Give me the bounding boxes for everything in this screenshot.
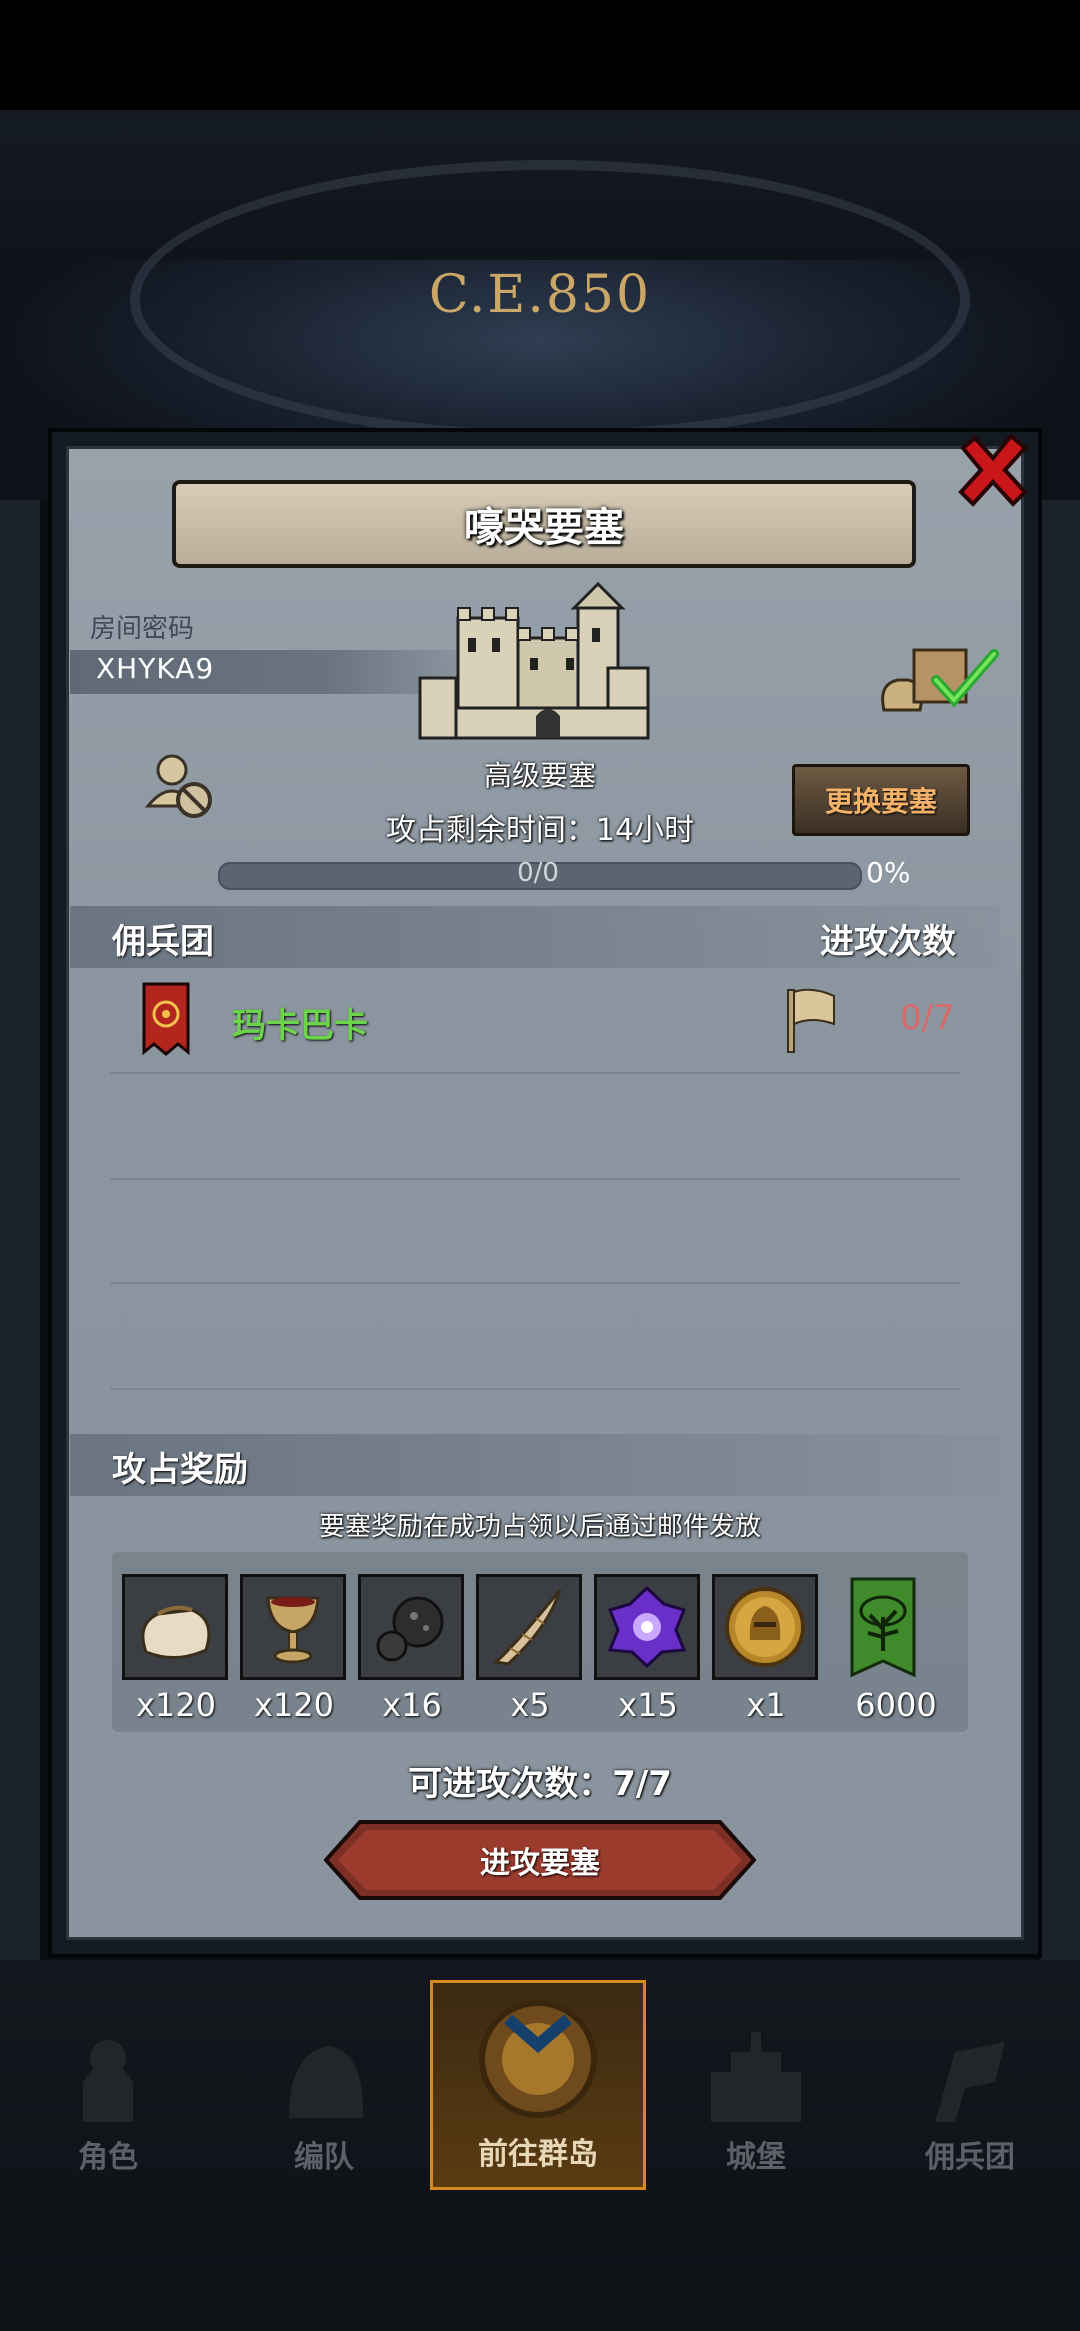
nav-mercenary[interactable]: 佣兵团 (870, 1990, 1070, 2190)
capture-progress-text: 0/0 (517, 858, 559, 888)
right-edge-panel (1040, 500, 1080, 1960)
tree-banner-icon (850, 1577, 916, 1677)
reward-qty: x5 (510, 1686, 550, 1724)
reward-qty: x120 (253, 1686, 334, 1724)
helmet-icon (289, 2046, 364, 2118)
mercenary-attack-count: 0/7 (900, 998, 955, 1038)
close-button[interactable] (948, 425, 1038, 515)
mercenary-section-title: 佣兵团 (112, 922, 214, 962)
reward-qty: 6000 (855, 1686, 937, 1724)
room-code[interactable]: XHYKA9 (96, 652, 214, 685)
row-divider (110, 1388, 960, 1390)
attack-fortress-button[interactable]: 进攻要塞 (324, 1820, 756, 1900)
status-bar (0, 0, 1080, 110)
attack-count-header: 进攻次数 (820, 922, 956, 962)
nav-archipelago[interactable]: 前往群岛 (430, 1980, 646, 2190)
goblet-icon (266, 1596, 320, 1664)
reward-slot-horn[interactable] (476, 1574, 582, 1680)
nav-character[interactable]: 角色 (8, 1990, 208, 2190)
reward-qty: x16 (382, 1686, 442, 1724)
nav-label: 前往群岛 (478, 2137, 598, 2172)
room-password-label: 房间密码 (90, 614, 195, 644)
ore-icon (376, 1596, 444, 1662)
reward-slot-goblet[interactable] (240, 1574, 346, 1680)
nav-label: 编队 (294, 2140, 354, 2175)
close-icon (958, 433, 1028, 507)
row-divider (110, 1178, 960, 1180)
reward-slot-sack[interactable] (122, 1574, 228, 1680)
capture-time-remaining: 攻占剩余时间：14小时 (385, 813, 695, 848)
dialog-title: 嚎哭要塞 (172, 480, 916, 568)
knight-medal-icon (725, 1587, 805, 1667)
nav-label: 城堡 (726, 2140, 786, 2175)
nav-label: 角色 (78, 2140, 138, 2175)
left-edge-panel (0, 500, 40, 1960)
reward-slot-medal[interactable] (712, 1574, 818, 1680)
rewards-note: 要塞奖励在成功占领以后通过邮件发放 (318, 1512, 761, 1542)
knight-icon (83, 2040, 133, 2122)
era-label: C.E.850 (428, 265, 652, 325)
guild-banner-icon (140, 982, 192, 1056)
row-divider (110, 1072, 960, 1074)
supply-check-icon[interactable] (874, 640, 1000, 718)
reward-slot-ore[interactable] (358, 1574, 464, 1680)
flag-icon (782, 986, 838, 1054)
purple-crystal-icon (607, 1585, 687, 1669)
flag-knight-icon (935, 2042, 1005, 2122)
capture-progress-percent: 0% (866, 856, 911, 889)
fortress-icon (418, 578, 658, 750)
reward-qty: x15 (618, 1686, 678, 1724)
reward-qty: x1 (746, 1686, 786, 1724)
bottom-navigation: 角色 编队 前往群岛 城堡 佣兵团 (0, 1980, 1080, 2190)
compass-icon (479, 2000, 597, 2118)
reward-qty: x120 (135, 1686, 216, 1724)
reward-slot-crystal[interactable] (594, 1574, 700, 1680)
reward-slot-banner[interactable] (830, 1574, 936, 1680)
nav-label: 佣兵团 (925, 2140, 1015, 2175)
castle-icon (711, 2032, 801, 2122)
nav-formation[interactable]: 编队 (224, 1990, 424, 2190)
rewards-section-title: 攻占奖励 (112, 1450, 248, 1490)
row-divider (110, 1282, 960, 1284)
remaining-attempts: 可进攻次数：7/7 (408, 1764, 672, 1804)
sack-icon (141, 1605, 211, 1659)
attack-fortress-label: 进攻要塞 (480, 1846, 600, 1881)
nav-castle[interactable]: 城堡 (656, 1990, 856, 2190)
mercenary-name[interactable]: 玛卡巴卡 (232, 998, 368, 1047)
horn-icon (492, 1589, 562, 1666)
